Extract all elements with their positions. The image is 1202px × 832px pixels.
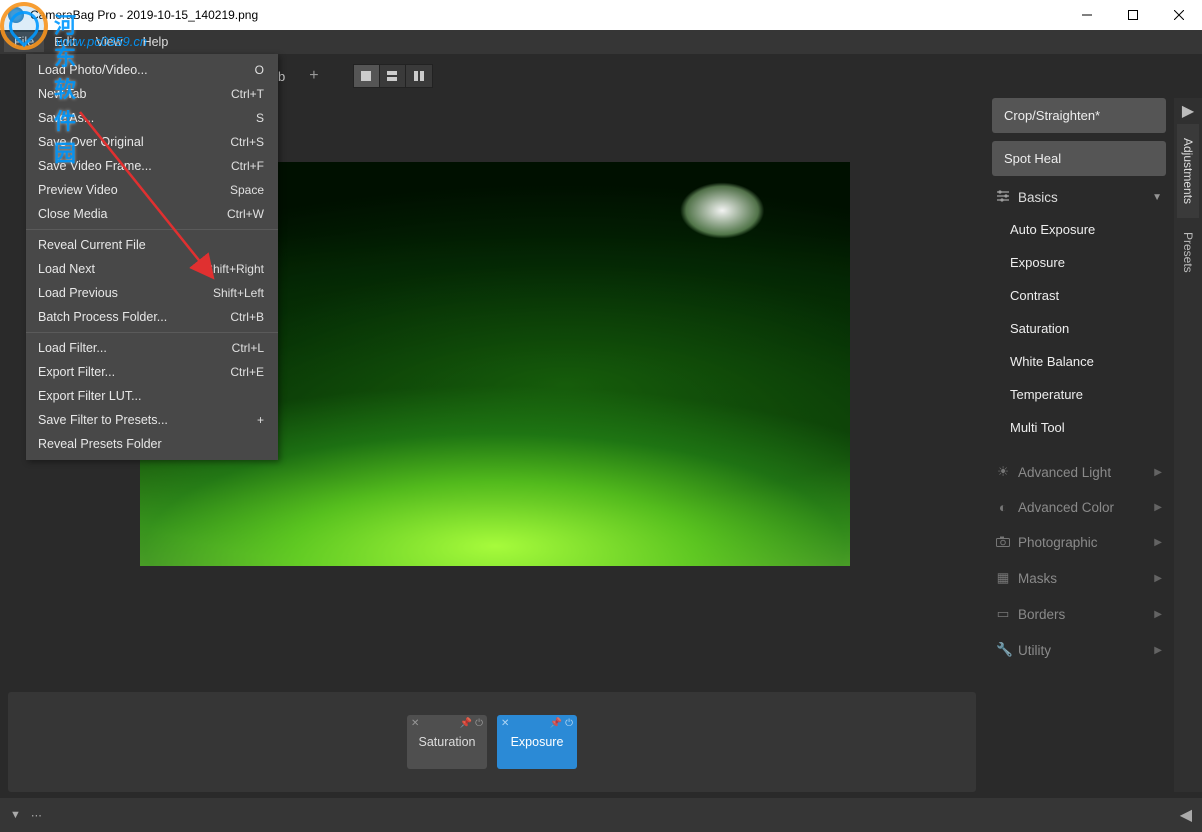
adj-saturation[interactable]: Saturation bbox=[992, 312, 1166, 345]
menu-item[interactable]: Load PreviousShift+Left bbox=[26, 281, 278, 305]
chip-label: Exposure bbox=[511, 735, 564, 749]
menu-item[interactable]: Close MediaCtrl+W bbox=[26, 202, 278, 226]
menu-item[interactable]: Export Filter LUT... bbox=[26, 384, 278, 408]
camera-icon bbox=[996, 535, 1010, 550]
menu-item[interactable]: New TabCtrl+T bbox=[26, 82, 278, 106]
adjustments-panel: Crop/Straighten* Spot Heal Basics ▼ Auto… bbox=[984, 98, 1174, 792]
spot-heal-button[interactable]: Spot Heal bbox=[992, 141, 1166, 176]
section-borders[interactable]: ▭ Borders ▶ bbox=[992, 592, 1166, 628]
menu-item[interactable]: Preview VideoSpace bbox=[26, 178, 278, 202]
adj-white-balance[interactable]: White Balance bbox=[992, 345, 1166, 378]
chevron-right-icon: ▶ bbox=[1154, 573, 1162, 584]
panel-collapse-button[interactable]: ▶ bbox=[1174, 98, 1202, 124]
adj-auto-exposure[interactable]: Auto Exposure bbox=[992, 213, 1166, 246]
tab-adjustments[interactable]: Adjustments bbox=[1177, 124, 1199, 218]
view-split-h-button[interactable] bbox=[380, 65, 406, 87]
menu-help[interactable]: Help bbox=[133, 32, 179, 52]
statusbar: ▼ ⋯ ◀ bbox=[0, 798, 1202, 832]
tab-presets[interactable]: Presets bbox=[1177, 218, 1199, 287]
adj-exposure[interactable]: Exposure bbox=[992, 246, 1166, 279]
section-basics[interactable]: Basics ▼ bbox=[992, 176, 1166, 211]
menu-item[interactable]: Save Video Frame...Ctrl+F bbox=[26, 154, 278, 178]
chevron-down-icon: ▼ bbox=[1152, 192, 1162, 203]
menu-file[interactable]: File bbox=[4, 32, 44, 52]
grid-icon: ▦ bbox=[996, 570, 1010, 586]
view-mode-toggle bbox=[353, 64, 433, 88]
wrench-icon: 🔧 bbox=[996, 642, 1010, 658]
filter-chip-exposure[interactable]: ✕ 📌 ⏻ Exposure bbox=[497, 715, 577, 769]
window-titlebar: CameraBag Pro - 2019-10-15_140219.png bbox=[0, 0, 1202, 30]
power-icon[interactable]: ⏻ bbox=[565, 718, 573, 729]
app-icon bbox=[8, 7, 24, 23]
chevron-right-icon: ▶ bbox=[1154, 537, 1162, 548]
chevron-right-icon: ▶ bbox=[1154, 609, 1162, 620]
menu-item[interactable]: Load Filter...Ctrl+L bbox=[26, 336, 278, 360]
chevron-right-icon: ▶ bbox=[1154, 467, 1162, 478]
window-close-button[interactable] bbox=[1156, 0, 1202, 30]
view-split-v-button[interactable] bbox=[406, 65, 432, 87]
chevron-left-icon[interactable]: ◀ bbox=[1180, 805, 1192, 825]
adj-multi-tool[interactable]: Multi Tool bbox=[992, 411, 1166, 444]
chevron-right-icon: ▶ bbox=[1154, 645, 1162, 656]
menu-item[interactable]: Reveal Presets Folder bbox=[26, 432, 278, 456]
menu-view[interactable]: View bbox=[86, 32, 133, 52]
power-icon[interactable]: ⏻ bbox=[475, 718, 483, 729]
menu-item[interactable]: Save Over OriginalCtrl+S bbox=[26, 130, 278, 154]
window-minimize-button[interactable] bbox=[1064, 0, 1110, 30]
chevron-down-icon[interactable]: ▼ bbox=[10, 809, 21, 821]
menu-item[interactable]: Save As...S bbox=[26, 106, 278, 130]
menu-item[interactable]: Batch Process Folder...Ctrl+B bbox=[26, 305, 278, 329]
sun-icon: ☀ bbox=[996, 464, 1010, 480]
chevron-right-icon: ▶ bbox=[1154, 502, 1162, 513]
window-maximize-button[interactable] bbox=[1110, 0, 1156, 30]
menu-edit[interactable]: Edit bbox=[44, 32, 86, 52]
more-icon[interactable]: ⋯ bbox=[31, 809, 42, 822]
border-icon: ▭ bbox=[996, 606, 1010, 622]
section-photographic[interactable]: Photographic ▶ bbox=[992, 521, 1166, 556]
section-masks[interactable]: ▦ Masks ▶ bbox=[992, 556, 1166, 592]
crop-straighten-button[interactable]: Crop/Straighten* bbox=[992, 98, 1166, 133]
adj-temperature[interactable]: Temperature bbox=[992, 378, 1166, 411]
pin-icon[interactable]: 📌 bbox=[550, 718, 562, 729]
section-advanced-color[interactable]: ◐ Advanced Color ▶ bbox=[992, 486, 1166, 521]
view-single-button[interactable] bbox=[354, 65, 380, 87]
window-title: CameraBag Pro - 2019-10-15_140219.png bbox=[30, 8, 258, 22]
pin-icon[interactable]: 📌 bbox=[460, 718, 472, 729]
basics-list: Auto Exposure Exposure Contrast Saturati… bbox=[992, 211, 1166, 450]
chip-label: Saturation bbox=[419, 735, 476, 749]
menu-item[interactable]: Reveal Current File bbox=[26, 233, 278, 257]
new-tab-button[interactable]: + bbox=[295, 63, 332, 89]
applied-filters-bar: ✕ 📌 ⏻ Saturation ✕ 📌 ⏻ Exposure bbox=[8, 692, 976, 792]
right-side-tabs: ▶ Adjustments Presets bbox=[1174, 98, 1202, 792]
file-menu-dropdown: Load Photo/Video...ONew TabCtrl+TSave As… bbox=[26, 54, 278, 460]
menu-item[interactable]: Load NextShift+Right bbox=[26, 257, 278, 281]
section-utility[interactable]: 🔧 Utility ▶ bbox=[992, 628, 1166, 664]
chip-close-icon[interactable]: ✕ bbox=[411, 718, 419, 729]
chip-close-icon[interactable]: ✕ bbox=[501, 718, 509, 729]
filter-chip-saturation[interactable]: ✕ 📌 ⏻ Saturation bbox=[407, 715, 487, 769]
adj-contrast[interactable]: Contrast bbox=[992, 279, 1166, 312]
menubar: File Edit View Help bbox=[0, 30, 1202, 54]
menu-item[interactable]: Export Filter...Ctrl+E bbox=[26, 360, 278, 384]
section-advanced-light[interactable]: ☀ Advanced Light ▶ bbox=[992, 450, 1166, 486]
sliders-icon bbox=[996, 190, 1010, 205]
menu-item[interactable]: Load Photo/Video...O bbox=[26, 58, 278, 82]
palette-icon: ◐ bbox=[996, 500, 1010, 515]
menu-item[interactable]: Save Filter to Presets...+ bbox=[26, 408, 278, 432]
